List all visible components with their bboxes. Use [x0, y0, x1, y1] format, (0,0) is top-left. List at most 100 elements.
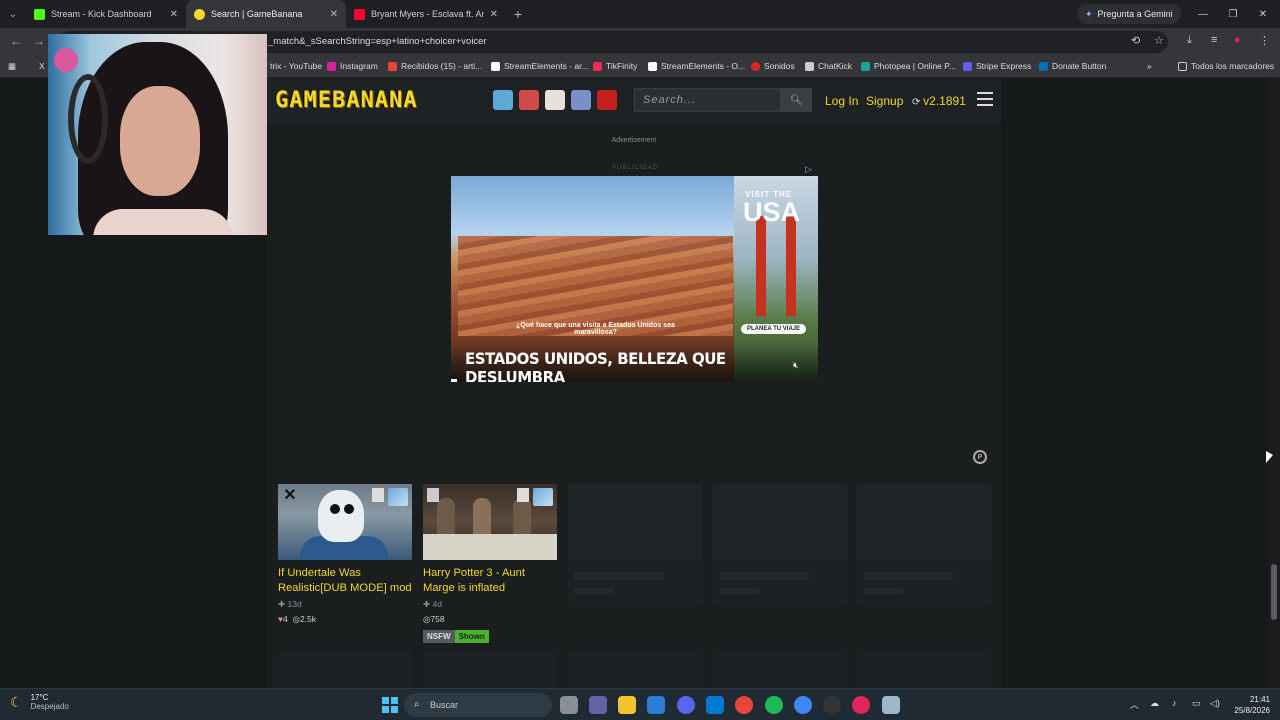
flower-decoration — [54, 48, 78, 72]
game-shortcut-icon[interactable] — [545, 90, 565, 110]
minimize-icon[interactable]: — — [1188, 0, 1218, 28]
signup-link[interactable]: Signup — [866, 94, 903, 108]
version-link[interactable]: ⟳ v2.1891 — [912, 94, 966, 108]
game-shortcut-icon[interactable] — [519, 90, 539, 110]
bookmark-item[interactable]: Donate Button — [1039, 61, 1106, 71]
adchoices-icon[interactable]: ▷ — [805, 164, 812, 175]
all-bookmarks-folder[interactable]: Todos los marcadores — [1178, 61, 1274, 71]
close-tab-icon[interactable]: ✕ — [330, 9, 338, 20]
tray-chevron-icon[interactable]: ︿ — [1130, 698, 1139, 711]
gamebanana-content: GAMEBANANA Search... 🔍︎ Log In Signup ⟳ … — [267, 78, 1001, 688]
back-icon[interactable]: ← — [10, 34, 22, 48]
volume-icon[interactable]: ◁) — [1210, 698, 1220, 709]
search-button[interactable]: 🔍︎ — [781, 88, 812, 112]
new-tab-button[interactable]: + — [506, 6, 530, 22]
tab-title: Search | GameBanana — [211, 9, 303, 19]
close-window-icon[interactable]: ✕ — [1248, 0, 1278, 28]
mouse-cursor-icon — [1266, 451, 1273, 463]
loading-card — [713, 484, 847, 604]
tab-search-menu-icon[interactable]: ⌄ — [0, 0, 26, 28]
thumb-table — [423, 534, 557, 560]
forward-icon[interactable]: → — [33, 34, 45, 48]
bookmark-item[interactable]: StreamElements - ar... — [491, 61, 589, 71]
bookmark-item[interactable]: StreamElements - O... — [648, 61, 745, 71]
taskbar-app-icon[interactable] — [706, 696, 724, 714]
page-scrollbar[interactable] — [1268, 78, 1280, 688]
gemini-button[interactable]: ✦ Pregunta a Gemini — [1077, 4, 1181, 24]
bookmark-star-icon[interactable]: ☆ — [1154, 34, 1164, 47]
stripe-icon — [963, 61, 972, 71]
clock-time: 21:41 — [1249, 695, 1270, 704]
restore-icon[interactable]: ❐ — [1218, 0, 1248, 28]
result-title[interactable]: If Undertale Was Realistic[DUB MODE] mod — [278, 566, 412, 596]
bookmark-item[interactable]: trix - YouTube — [270, 61, 322, 71]
bookmark-item[interactable]: Instagram — [327, 61, 378, 71]
discord-icon[interactable] — [677, 696, 695, 714]
headset-icon — [68, 74, 108, 164]
bookmark-item[interactable]: Sonidos — [751, 61, 795, 71]
media-control-icon[interactable]: ≡ — [1211, 34, 1217, 46]
profile-avatar-icon[interactable]: ● — [1234, 34, 1241, 46]
pin-icon[interactable]: P — [973, 450, 987, 464]
taskbar-app-icon[interactable] — [589, 696, 607, 714]
chatkick-icon — [805, 61, 814, 71]
bookmark-item[interactable]: Stripe Express — [963, 61, 1031, 71]
tab-gamebanana[interactable]: Search | GameBanana ✕ — [186, 0, 346, 28]
taskbar-app-icon[interactable] — [560, 696, 578, 714]
webcam-face — [120, 86, 200, 196]
loading-card — [568, 654, 702, 688]
result-thumbnail[interactable]: ✕ — [278, 484, 412, 560]
taskbar-app-icon[interactable] — [882, 696, 900, 714]
apps-grid-icon[interactable]: ▦ — [8, 61, 16, 72]
chrome-icon[interactable] — [735, 696, 753, 714]
store-icon[interactable] — [647, 696, 665, 714]
taskbar-search[interactable]: ⌕ Buscar — [404, 693, 552, 717]
obs-icon[interactable] — [823, 696, 841, 714]
clock-date: 25/8/2026 — [1234, 706, 1270, 715]
x-bookmark-icon[interactable]: X — [39, 61, 45, 71]
taskbar-clock[interactable]: 21:41 25/8/2026 — [1226, 694, 1270, 716]
chrome-profile-icon[interactable] — [794, 696, 812, 714]
game-shortcut-icon[interactable] — [597, 90, 617, 110]
scrollbar-thumb[interactable] — [1271, 564, 1277, 620]
bookmark-item[interactable]: TikFinity — [593, 61, 637, 71]
bookmark-label: Instagram — [340, 61, 378, 71]
bookmark-item[interactable]: Photopea | Online P... — [861, 61, 956, 71]
file-explorer-icon[interactable] — [618, 696, 636, 714]
thumb-person — [437, 498, 455, 538]
game-shortcut-icon[interactable] — [493, 90, 513, 110]
weather-widget[interactable]: ☾ 17°C Despejado — [10, 693, 69, 711]
game-shortcut-icon[interactable] — [571, 90, 591, 110]
hamburger-menu-icon[interactable] — [977, 92, 993, 110]
result-title[interactable]: Harry Potter 3 - Aunt Marge is inflated — [423, 566, 557, 596]
network-icon[interactable]: ▭ — [1192, 698, 1201, 709]
shown-badge[interactable]: Shown — [454, 630, 489, 643]
tab-youtube-song[interactable]: Bryant Myers - Esclava ft. Anonim ✕ — [346, 0, 506, 28]
search-input[interactable]: Search... — [634, 88, 781, 112]
onedrive-icon[interactable]: ☁ — [1150, 698, 1159, 709]
bookmarks-overflow-icon[interactable]: » — [1147, 61, 1152, 71]
gmail-icon — [388, 61, 397, 71]
bookmark-item[interactable]: Recibidos (15) - arti... — [388, 61, 482, 71]
microphone-icon[interactable]: ♪ — [1172, 698, 1177, 708]
nsfw-badge[interactable]: NSFW — [423, 630, 455, 643]
download-icon[interactable]: ⤓ — [1187, 34, 1192, 47]
gamebanana-logo[interactable]: GAMEBANANA — [275, 88, 417, 113]
advertisement-banner[interactable]: VISIT THE USA ¿Qué hace que una visita a… — [451, 176, 818, 382]
menu-kebab-icon[interactable]: ⋮ — [1259, 34, 1270, 47]
mute-icon[interactable]: 🔇︎ — [793, 360, 799, 371]
taskbar-app-icon[interactable] — [852, 696, 870, 714]
close-tab-icon[interactable]: ✕ — [170, 9, 178, 20]
ad-cta-button[interactable]: PLANEA TU VIAJE — [741, 324, 807, 334]
result-thumbnail[interactable] — [423, 484, 557, 560]
tab-kick-dashboard[interactable]: Stream - Kick Dashboard ✕ — [26, 0, 186, 28]
result-card[interactable]: ✕ If Undertale Was Realistic[DUB MODE] m… — [278, 484, 412, 625]
close-tab-icon[interactable]: ✕ — [490, 9, 498, 20]
result-card[interactable]: Harry Potter 3 - Aunt Marge is inflated … — [423, 484, 557, 643]
bookmark-item[interactable]: ChatKick — [805, 61, 852, 71]
spotify-icon[interactable] — [765, 696, 783, 714]
translate-icon[interactable]: ⟲ — [1131, 34, 1140, 47]
start-button-icon[interactable] — [382, 697, 398, 713]
login-link[interactable]: Log In — [825, 94, 858, 108]
thumb-skull — [318, 490, 364, 542]
